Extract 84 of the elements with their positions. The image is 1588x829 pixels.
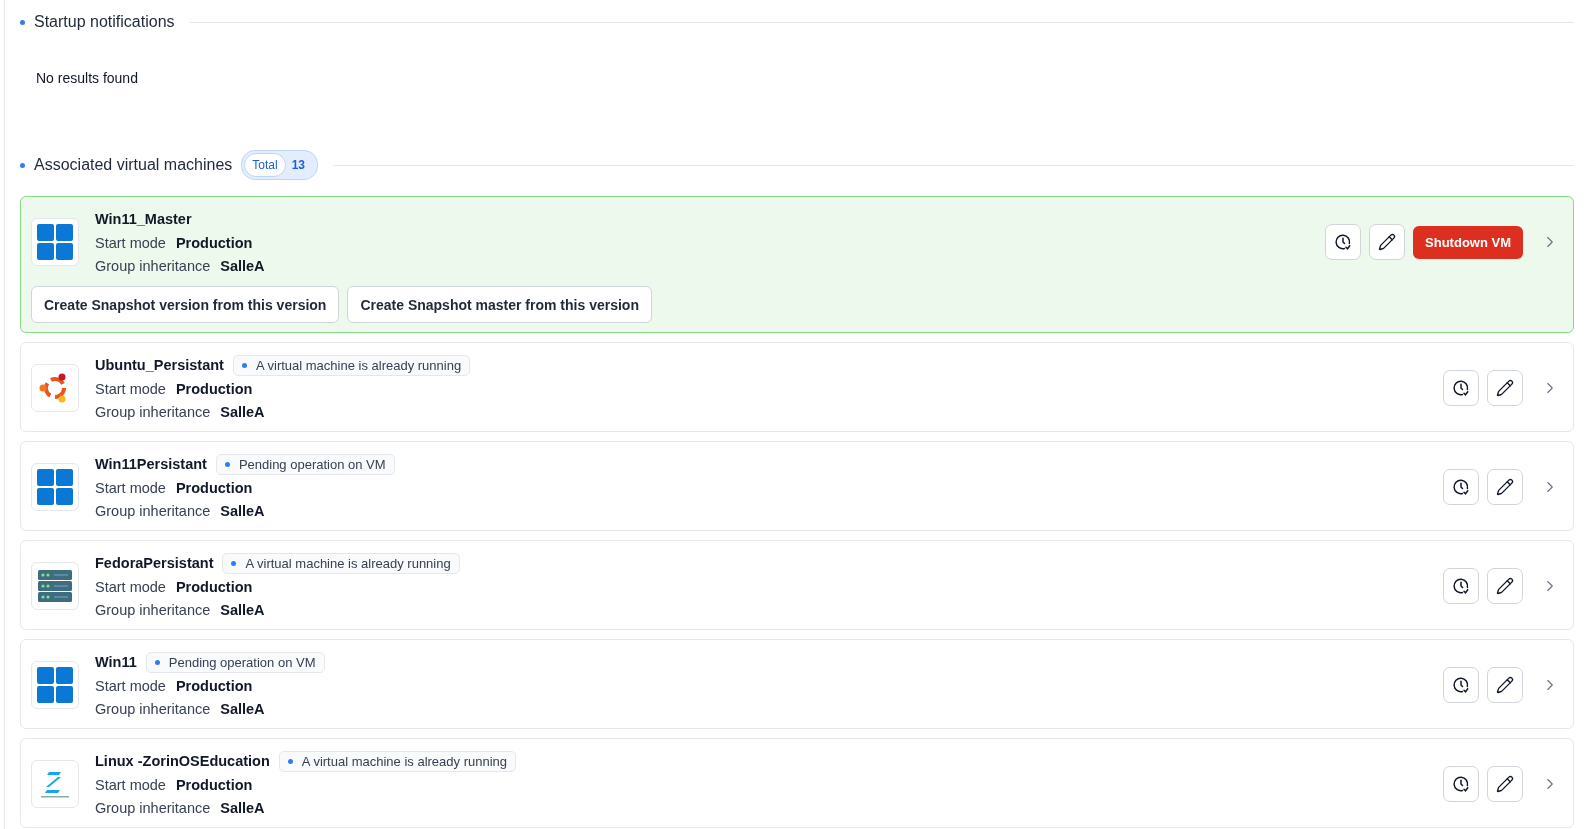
edit-button[interactable]	[1487, 469, 1523, 505]
field-label: Start mode	[95, 479, 166, 496]
field-label: Start mode	[95, 234, 166, 251]
pencil-icon	[1496, 577, 1514, 595]
field-value: SalleA	[220, 601, 265, 618]
vm-card[interactable]: FedoraPersistant A virtual machine is already running Start mode Production Group inheritance SalleA	[20, 540, 1574, 630]
field-value: SalleA	[220, 403, 265, 420]
field-value: Production	[175, 776, 253, 793]
vm-name: Ubuntu_Persistant	[95, 357, 224, 373]
field-value: Production	[175, 578, 253, 595]
field-label: Start mode	[95, 776, 166, 793]
vm-name: Win11	[95, 654, 137, 670]
field-value: SalleA	[220, 257, 265, 274]
clock-check-icon	[1452, 379, 1470, 397]
vm-card[interactable]: Ubuntu_Persistant A virtual machine is already running Start mode Production Group inheritance SalleA	[20, 342, 1574, 432]
section-title: Associated virtual machines	[34, 156, 233, 174]
field-label: Group inheritance	[95, 403, 211, 420]
history-button[interactable]	[1443, 766, 1479, 802]
status-text: A virtual machine is already running	[301, 753, 508, 769]
status-text: Pending operation on VM	[168, 654, 316, 670]
field-label: Start mode	[95, 677, 166, 694]
status-dot	[287, 758, 293, 764]
pencil-icon	[1378, 233, 1397, 251]
pencil-icon	[1496, 379, 1514, 397]
vm-name: Win11Persistant	[95, 456, 207, 472]
vm-card[interactable]: Win11 Pending operation on VM Start mode Production Group inheritance SalleA	[20, 639, 1574, 729]
server-rack-icon	[38, 569, 72, 603]
empty-message: No results found	[35, 69, 139, 88]
windows-logo-icon	[37, 667, 73, 703]
edit-button[interactable]	[1369, 224, 1406, 260]
bullet-dot	[20, 162, 25, 168]
pencil-icon	[1496, 775, 1514, 793]
edit-button[interactable]	[1487, 568, 1523, 604]
vm-card[interactable]: Linux -ZorinOSEducation A virtual machine is already running Start mode Production Group inheritance SalleA	[20, 738, 1574, 828]
bullet-dot	[20, 19, 25, 25]
clock-check-icon	[1452, 676, 1470, 694]
status-text: A virtual machine is already running	[255, 357, 462, 373]
edit-button[interactable]	[1487, 667, 1523, 703]
shutdown-button[interactable]: Shutdown VM	[1413, 225, 1523, 259]
clock-check-icon	[1452, 775, 1470, 793]
vm-card[interactable]: Win11_Master Start mode Production Group inheritance SalleA Shutdown VM Create Snapshot version from this version Create Snapshot master from this version	[20, 196, 1574, 333]
clock-check-icon	[1334, 233, 1353, 251]
status-dot	[224, 461, 230, 467]
field-label: Group inheritance	[95, 257, 211, 274]
edit-button[interactable]	[1487, 370, 1523, 406]
clock-check-icon	[1452, 577, 1470, 595]
pencil-icon	[1496, 478, 1514, 496]
edit-button[interactable]	[1487, 766, 1523, 802]
status-dot	[231, 560, 237, 566]
snapshot-button[interactable]: Create Snapshot master from this version	[347, 286, 652, 323]
vm-name: FedoraPersistant	[95, 555, 214, 571]
status-dot	[241, 362, 247, 368]
vm-name: Win11_Master	[95, 211, 192, 227]
history-button[interactable]	[1443, 469, 1479, 505]
field-value: SalleA	[220, 502, 265, 519]
total-label: Total	[244, 153, 286, 177]
field-label: Start mode	[95, 578, 166, 595]
field-label: Group inheritance	[95, 700, 211, 717]
status-dot	[154, 659, 160, 665]
field-value: SalleA	[220, 799, 265, 816]
vm-name: Linux -ZorinOSEducation	[95, 753, 270, 769]
field-value: SalleA	[220, 700, 265, 717]
clock-check-icon	[1452, 478, 1470, 496]
field-value: Production	[175, 234, 253, 251]
windows-logo-icon	[37, 469, 73, 505]
field-label: Group inheritance	[95, 502, 211, 519]
pencil-icon	[1496, 676, 1514, 694]
field-label: Group inheritance	[95, 601, 211, 618]
snapshot-button[interactable]: Create Snapshot version from this version	[31, 286, 340, 323]
field-value: Production	[175, 479, 253, 496]
history-button[interactable]	[1443, 568, 1479, 604]
field-value: Production	[175, 677, 253, 694]
field-label: Start mode	[95, 380, 166, 397]
status-text: A virtual machine is already running	[245, 555, 451, 571]
history-button[interactable]	[1325, 224, 1362, 260]
windows-logo-icon	[37, 224, 73, 260]
total-count: 13	[291, 158, 306, 172]
history-button[interactable]	[1443, 370, 1479, 406]
section-title: Startup notifications	[34, 13, 175, 31]
status-text: Pending operation on VM	[238, 456, 386, 472]
history-button[interactable]	[1443, 667, 1479, 703]
field-label: Group inheritance	[95, 799, 211, 816]
vm-card[interactable]: Win11Persistant Pending operation on VM Start mode Production Group inheritance SalleA	[20, 441, 1574, 531]
field-value: Production	[175, 380, 253, 397]
